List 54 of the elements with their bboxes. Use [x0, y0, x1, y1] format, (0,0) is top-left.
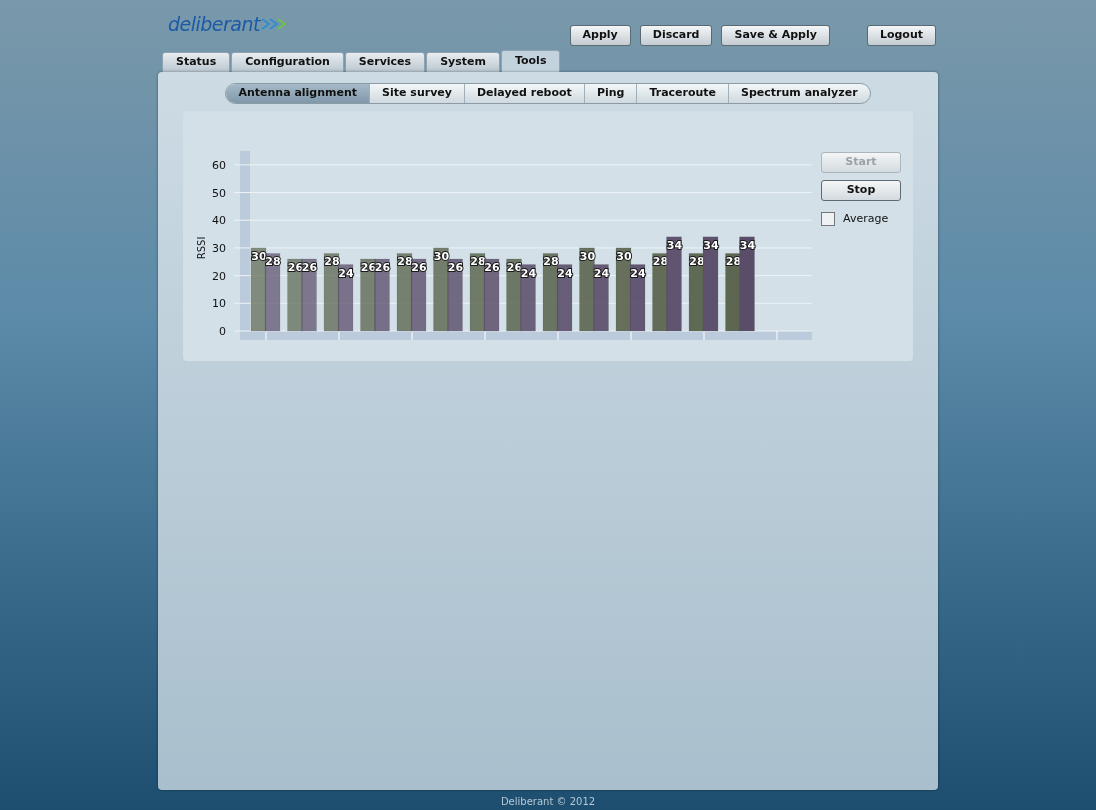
nav-tab[interactable]: Tools: [500, 50, 561, 72]
bar: [520, 264, 536, 332]
bar-value-label: 30: [579, 249, 596, 263]
sub-tab[interactable]: Antenna alignment: [226, 84, 370, 103]
bar-value-label: 34: [666, 238, 683, 252]
y-tick-label: 0: [219, 325, 226, 338]
bar-value-label: 30: [433, 249, 450, 263]
header-button[interactable]: Save & Apply: [721, 25, 830, 46]
bar-value-label: 28: [652, 255, 669, 269]
y-tick-label: 20: [212, 269, 226, 283]
nav-tab[interactable]: Status: [162, 52, 231, 72]
sub-tab[interactable]: Site survey: [369, 84, 464, 103]
logout-button[interactable]: Logout: [866, 25, 936, 46]
nav-tab[interactable]: Configuration: [231, 52, 344, 72]
header-button[interactable]: Apply: [569, 25, 631, 46]
bar-value-label: 34: [739, 238, 756, 252]
bar-value-label: 28: [397, 255, 413, 269]
average-label: Average: [843, 211, 889, 227]
sub-tab[interactable]: Ping: [583, 84, 637, 103]
footer-text: Deliberant © 2012: [500, 795, 596, 809]
bar-value-label: 28: [689, 255, 705, 269]
sub-tab[interactable]: Delayed reboot: [463, 84, 584, 103]
bar-value-label: 28: [725, 255, 742, 269]
bar-value-label: 28: [324, 255, 340, 269]
y-axis-label: RSSI: [196, 236, 207, 260]
bar-value-label: 28: [470, 255, 486, 269]
bar-value-label: 26: [411, 261, 427, 274]
bar-value-label: 26: [360, 261, 377, 274]
bar-value-label: 26: [301, 261, 318, 274]
bar-value-label: 26: [287, 261, 304, 274]
bar-value-label: 26: [484, 261, 500, 274]
y-tick-label: 40: [212, 214, 226, 228]
nav-tab[interactable]: Services: [344, 52, 426, 72]
y-tick-label: 60: [212, 158, 226, 172]
control-button[interactable]: Stop: [821, 180, 901, 201]
bar-value-label: 26: [374, 261, 391, 274]
sub-tab[interactable]: Traceroute: [636, 84, 729, 103]
logo-chevrons-icon: [260, 17, 288, 32]
nav-tab[interactable]: System: [426, 52, 500, 72]
bar-value-label: 28: [265, 255, 281, 269]
header-button[interactable]: Discard: [639, 25, 713, 46]
sub-tab[interactable]: Spectrum analyzer: [728, 84, 870, 103]
bar: [593, 264, 609, 332]
bar-value-label: 26: [447, 261, 464, 274]
bar-value-label: 28: [543, 255, 559, 269]
y-tick-label: 30: [212, 241, 226, 255]
y-tick-label: 50: [212, 186, 226, 200]
y-tick-label: 10: [212, 297, 226, 311]
bar-value-label: 30: [616, 249, 632, 263]
average-checkbox[interactable]: [821, 212, 835, 227]
bar-value-label: 24: [593, 266, 610, 280]
logo-text: deliberant: [168, 12, 260, 37]
bar-value-label: 24: [520, 266, 537, 280]
bar-value-label: 30: [251, 249, 267, 263]
